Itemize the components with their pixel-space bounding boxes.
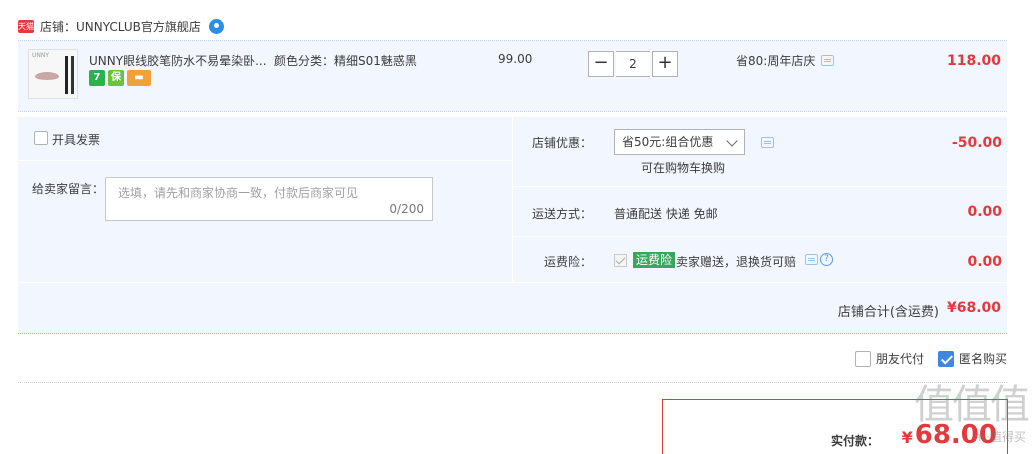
shop-discount-value: 省50元:组合优惠 [622, 135, 714, 149]
anonymous-label: 匿名购买 [958, 352, 1007, 366]
item-total-price: 118.00 [946, 53, 1001, 69]
insurance-row: 运费险： 运费险 卖家赠送，退换货可赔 ? 0.00 [513, 237, 1008, 282]
tmall-icon: 天猫 [18, 19, 34, 33]
insurance-tag: 运费险 [633, 252, 676, 268]
insurance-text: 卖家赠送，退换货可赔 [676, 255, 797, 269]
insurance-icons: ? [805, 253, 833, 266]
order-item-row: UNNY UNNY眼线胶笔防水不易晕染卧... 7 保 ▬ 颜色分类：精细S01… [18, 40, 1007, 112]
watermark-logo: 值值值 [914, 382, 1030, 428]
insurance-checkbox [614, 254, 627, 267]
shipping-amount: 0.00 [967, 204, 1002, 220]
shop-name-link[interactable]: 店铺：UNNYCLUB官方旗舰店 [40, 18, 201, 35]
seller-note-counter: 0/200 [389, 202, 424, 216]
watermark-text: nt·值得买 [973, 430, 1026, 444]
item-promotion: 省80:周年店庆 [736, 52, 835, 69]
quantity-stepper: − 2 + [588, 51, 678, 77]
payment-label: 实付款： [830, 434, 879, 448]
shop-discount-label: 店铺优惠： [531, 136, 592, 150]
insurance-label: 运费险： [543, 255, 592, 269]
invoice-row: 开具发票 [18, 117, 512, 161]
seller-note-placeholder: 选填，请先和商家协商一致，付款后商家可见 [118, 186, 359, 200]
order-fees: 店铺优惠： 省50元:组合优惠 可在购物车换购 -50.00 运送方式： 普通配… [512, 117, 1008, 282]
shipping-label: 运送方式： [531, 207, 592, 221]
currency-symbol: ¥ [901, 428, 913, 447]
insurance-amount: 0.00 [967, 254, 1002, 270]
message-icon[interactable] [761, 137, 774, 148]
quantity-input[interactable]: 2 [616, 51, 650, 77]
shipping-row: 运送方式： 普通配送 快递 免邮 0.00 [513, 187, 1008, 237]
discount-hint: 可在购物车换购 [641, 161, 726, 175]
shop-total-amount: ¥68.00 [946, 300, 1001, 316]
quantity-minus-button[interactable]: − [588, 51, 614, 77]
card-payment-icon[interactable]: ▬ [127, 70, 151, 86]
invoice-label[interactable]: 开具发票 [52, 131, 100, 148]
guarantee-icon[interactable]: 保 [108, 70, 124, 86]
product-thumbnail[interactable]: UNNY [28, 49, 78, 99]
service-badges: 7 保 ▬ [89, 70, 151, 86]
product-title-link[interactable]: UNNY眼线胶笔防水不易晕染卧... [89, 52, 269, 69]
shop-header: 天猫 店铺：UNNYCLUB官方旗舰店 [18, 16, 224, 36]
wangwang-icon[interactable] [208, 18, 224, 34]
friend-pay-checkbox[interactable] [854, 350, 871, 367]
friend-pay-option[interactable]: 朋友代付 [854, 350, 924, 367]
invoice-checkbox[interactable] [34, 131, 48, 145]
thumbnail-eye-image [35, 72, 59, 80]
shop-total-label: 店铺合计(含运费) [837, 305, 939, 320]
seller-note-label: 给卖家留言： [32, 182, 105, 196]
order-detail-panel: 开具发票 给卖家留言： 选填，请先和商家协商一致，付款后商家可见 0/200 店… [18, 117, 1008, 334]
divider [18, 382, 1007, 383]
unit-price: 99.00 [498, 52, 533, 66]
shop-discount-row: 店铺优惠： 省50元:组合优惠 可在购物车换购 -50.00 [513, 117, 1008, 187]
product-sku: 颜色分类：精细S01魅惑黑 [274, 54, 417, 68]
message-icon[interactable] [805, 254, 818, 265]
seller-note-input[interactable]: 选填，请先和商家协商一致，付款后商家可见 0/200 [105, 177, 433, 221]
seven-day-return-icon[interactable]: 7 [89, 70, 105, 86]
thumbnail-pen-image [71, 56, 74, 94]
friend-pay-label: 朋友代付 [875, 352, 924, 366]
thumbnail-brand: UNNY [32, 52, 50, 59]
anonymous-checkbox[interactable] [937, 350, 954, 367]
help-icon[interactable]: ? [820, 253, 833, 266]
anonymous-option[interactable]: 匿名购买 [937, 350, 1007, 367]
buyer-options: 开具发票 给卖家留言： 选填，请先和商家协商一致，付款后商家可见 0/200 [18, 117, 512, 282]
discount-amount: -50.00 [951, 135, 1002, 151]
chevron-down-icon [726, 135, 738, 147]
shop-total-row: 店铺合计(含运费) ¥68.00 [18, 282, 1007, 334]
shop-discount-select[interactable]: 省50元:组合优惠 [614, 129, 745, 155]
shipping-method: 普通配送 快递 免邮 [614, 207, 718, 221]
quantity-plus-button[interactable]: + [652, 51, 678, 77]
promotion-text: 省80:周年店庆 [736, 54, 816, 68]
payment-options: 朋友代付 匿名购买 [854, 350, 1007, 367]
thumbnail-pen-image [65, 56, 68, 94]
message-icon[interactable] [821, 55, 835, 66]
